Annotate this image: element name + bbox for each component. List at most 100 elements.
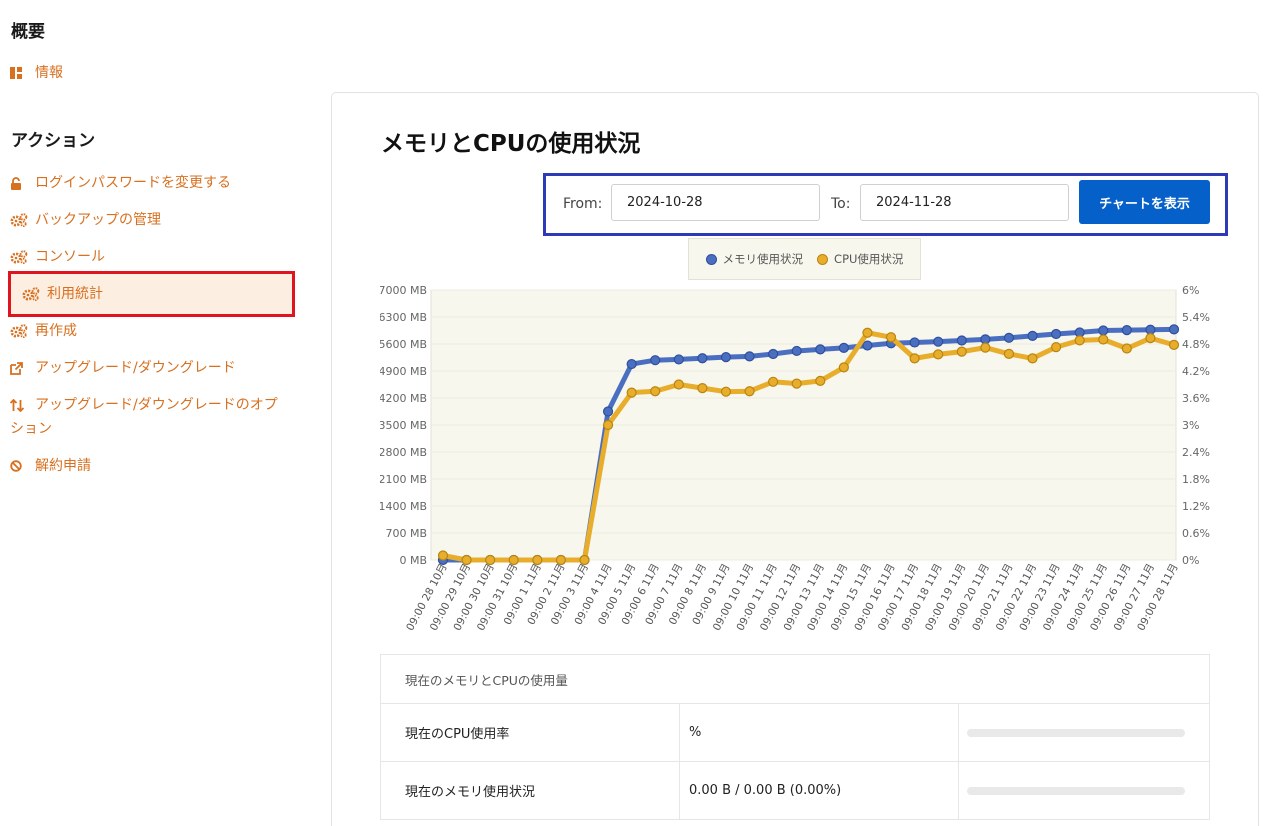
usage-table-title: 現在のメモリとCPUの使用量 <box>380 654 1210 704</box>
table-row: 現在のCPU使用率 % <box>380 703 1210 762</box>
sidebar-item-label: バックアップの管理 <box>35 212 161 228</box>
memory-data-point <box>697 353 708 364</box>
usage-table-header: 現在のメモリとCPUの使用量 <box>380 654 1210 704</box>
memory-usage-bar-cell <box>958 761 1210 820</box>
memory-data-point <box>1003 332 1015 343</box>
cpu-data-point <box>980 342 991 353</box>
table-row: 現在のメモリ使用状況 0.00 B / 0.00 B (0.00%) <box>380 761 1210 820</box>
y-right-tick-label: 1.2% <box>1182 500 1210 513</box>
cpu-data-point <box>626 387 637 398</box>
cpu-data-point <box>697 382 708 394</box>
sidebar-item-upgrade-options[interactable]: アップグレード/ダウングレードのオプ ション <box>10 393 295 441</box>
sidebar-item-label: 再作成 <box>35 323 77 339</box>
usage-table: 現在のメモリとCPUの使用量 現在のCPU使用率 % 現在のメモリ使用状況 0.… <box>380 654 1210 820</box>
sidebar-item-backup[interactable]: バックアップの管理 <box>10 208 161 232</box>
memory-data-point <box>1168 324 1180 335</box>
sidebar-item-console[interactable]: コンソール <box>10 245 105 269</box>
legend-item-cpu[interactable]: CPU使用状況 <box>817 251 903 267</box>
memory-data-point <box>1121 325 1132 336</box>
y-left-tick-label: 0 MB <box>399 554 427 567</box>
cpu-data-point <box>1098 334 1109 345</box>
cpu-usage-bar-cell <box>958 703 1210 762</box>
memory-usage-value: 0.00 B / 0.00 B (0.00%) <box>679 761 959 820</box>
memory-data-point <box>862 340 873 351</box>
cpu-data-point <box>508 554 519 566</box>
cpu-data-point <box>1003 348 1015 360</box>
sidebar-item-rebuild[interactable]: 再作成 <box>10 319 77 343</box>
cpu-data-point <box>815 375 826 387</box>
y-left-tick-label: 4900 MB <box>380 365 427 378</box>
usage-chart: 0 MB 0% 700 MB 0.6% 1400 MB 1.2% 2100 MB 1.8% 28… <box>380 284 1210 633</box>
y-right-tick-label: 5.4% <box>1182 311 1210 324</box>
sidebar-item-label: 解約申請 <box>35 458 91 474</box>
sidebar-item-usage-stats[interactable]: 利用統計 <box>22 282 103 306</box>
y-left-tick-label: 2800 MB <box>380 446 427 459</box>
cpu-data-point <box>720 386 732 397</box>
cpu-data-point <box>485 554 496 566</box>
cpu-data-point <box>909 353 920 364</box>
memory-data-point <box>673 354 684 365</box>
cpu-data-point <box>461 554 472 566</box>
cpu-data-point <box>768 376 779 387</box>
memory-data-point <box>1027 330 1038 342</box>
overview-title: 概要 <box>11 22 45 42</box>
sidebar-item-label: 利用統計 <box>47 286 103 302</box>
memory-data-point <box>720 352 732 363</box>
y-right-tick-label: 4.8% <box>1182 338 1210 351</box>
y-right-tick-label: 1.8% <box>1182 473 1210 486</box>
memory-data-point <box>626 358 637 370</box>
memory-data-point <box>650 355 661 366</box>
lock-icon <box>10 171 28 195</box>
y-left-tick-label: 3500 MB <box>380 419 427 432</box>
sidebar-item-label: コンソール <box>35 249 105 265</box>
sort-icon <box>10 393 28 417</box>
memory-data-point <box>1145 324 1156 335</box>
gears-icon <box>10 245 28 269</box>
y-left-tick-label: 2100 MB <box>380 473 427 486</box>
gears-icon <box>22 282 40 306</box>
sidebar-item-label-cont: ション <box>10 421 52 437</box>
legend-dot-memory <box>705 253 717 265</box>
sidebar-item-info[interactable]: 情報 <box>10 61 63 85</box>
sidebar-item-label: ログインパスワードを変更する <box>35 175 231 191</box>
sidebar-item-upgrade[interactable]: アップグレード/ダウングレード <box>10 356 236 380</box>
y-left-tick-label: 6300 MB <box>380 311 427 324</box>
show-chart-button[interactable]: チャートを表示 <box>1079 180 1210 224</box>
legend-label-cpu: CPU使用状況 <box>834 252 904 266</box>
cpu-data-point <box>1074 335 1085 346</box>
sidebar-item-label: アップグレード/ダウングレード <box>35 360 236 376</box>
y-left-tick-label: 5600 MB <box>380 338 427 351</box>
cpu-data-point <box>933 349 944 360</box>
y-right-tick-label: 3% <box>1182 419 1199 432</box>
from-label: From: <box>563 196 603 212</box>
memory-data-point <box>956 335 967 346</box>
cpu-data-point <box>838 362 849 373</box>
y-right-tick-label: 0% <box>1182 554 1199 567</box>
sidebar-item-change-password[interactable]: ログインパスワードを変更する <box>10 171 231 195</box>
memory-data-point <box>838 342 849 353</box>
cpu-usage-value: % <box>679 703 959 762</box>
cpu-data-point <box>1121 343 1132 354</box>
sidebar-item-label: アップグレード/ダウングレードのオプ <box>35 397 278 413</box>
ban-icon <box>10 454 28 478</box>
page: 概要 情報 アクション ログインパスワードを変更する バックアップの管理 コンソ <box>0 0 1270 826</box>
to-date-input[interactable]: 2024-11-28 <box>860 184 1069 221</box>
cpu-data-point <box>1145 333 1156 344</box>
memory-usage-label: 現在のメモリ使用状況 <box>380 761 680 820</box>
memory-data-point <box>768 348 779 360</box>
cpu-data-point <box>862 327 873 338</box>
date-range-form: From: 2024-10-28 To: 2024-11-28 チャートを表示 <box>543 173 1228 236</box>
y-right-tick-label: 0.6% <box>1182 527 1210 540</box>
legend-item-memory[interactable]: メモリ使用状況 <box>705 251 803 267</box>
memory-data-point <box>815 344 826 355</box>
page-title: メモリとCPUの使用状況 <box>381 131 641 157</box>
y-right-tick-label: 6% <box>1182 284 1199 297</box>
cpu-data-point <box>956 346 967 357</box>
y-left-tick-label: 4200 MB <box>380 392 427 405</box>
y-left-tick-label: 1400 MB <box>380 500 427 513</box>
sidebar-item-cancel[interactable]: 解約申請 <box>10 454 91 478</box>
memory-data-point <box>1050 328 1062 340</box>
y-right-tick-label: 2.4% <box>1182 446 1210 459</box>
y-left-tick-label: 700 MB <box>385 527 427 540</box>
from-date-input[interactable]: 2024-10-28 <box>611 184 820 221</box>
